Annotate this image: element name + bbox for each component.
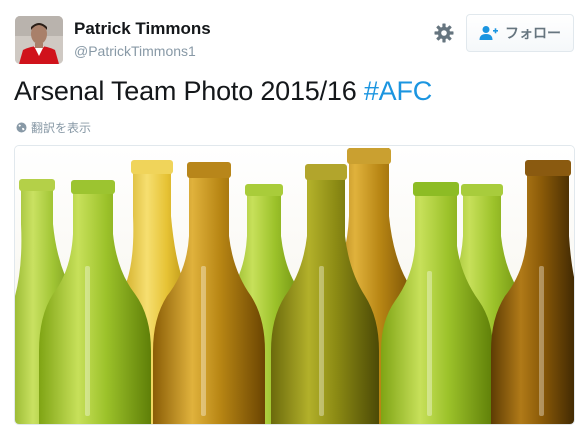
translate-link[interactable]: 翻訳を表示 (16, 119, 91, 136)
tweet-photo[interactable] (14, 145, 575, 425)
bottles-image (15, 146, 574, 424)
follow-button[interactable]: フォロー (466, 14, 574, 52)
avatar[interactable] (15, 16, 63, 64)
avatar-image (15, 16, 63, 64)
gear-icon[interactable] (432, 21, 456, 45)
add-user-icon (479, 25, 499, 41)
tweet-body: Arsenal Team Photo 2015/16 (14, 76, 364, 106)
globe-icon (16, 122, 27, 133)
user-name[interactable]: Patrick Timmons (74, 19, 211, 39)
tweet-text: Arsenal Team Photo 2015/16 #AFC (14, 76, 432, 107)
follow-button-label: フォロー (505, 26, 561, 42)
hashtag-link[interactable]: #AFC (364, 76, 432, 106)
translate-label: 翻訳を表示 (31, 121, 92, 135)
user-handle[interactable]: @PatrickTimmons1 (74, 43, 196, 59)
